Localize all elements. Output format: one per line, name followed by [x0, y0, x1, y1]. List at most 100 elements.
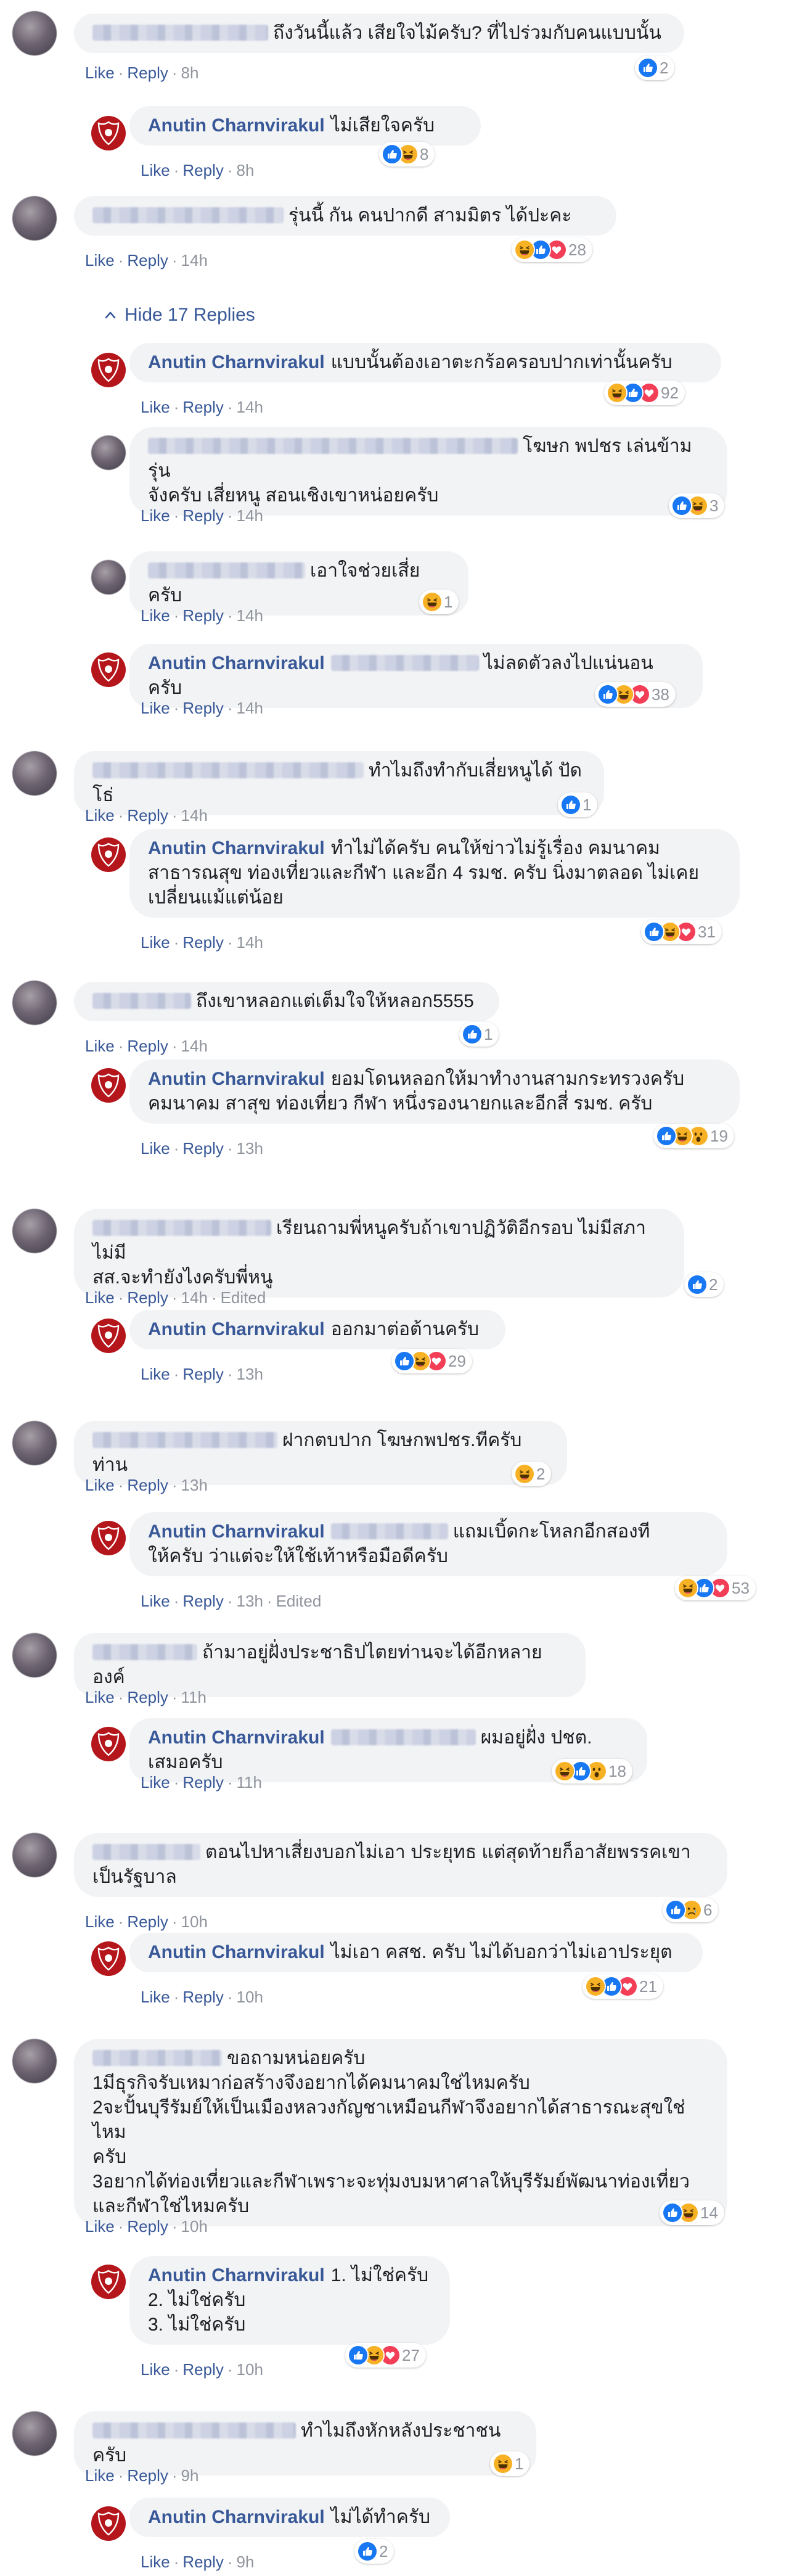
reply-link[interactable]: Reply	[127, 64, 168, 82]
like-link[interactable]: Like	[85, 2217, 115, 2236]
reaction-summary[interactable]: 3	[669, 493, 725, 518]
comment-timestamp[interactable]: 14h	[181, 251, 208, 270]
like-link[interactable]: Like	[141, 398, 170, 416]
edited-label[interactable]: Edited	[276, 1592, 322, 1610]
page-avatar[interactable]	[91, 353, 126, 387]
avatar[interactable]	[91, 435, 126, 470]
reaction-summary[interactable]: 19	[653, 1124, 734, 1148]
comment-timestamp[interactable]: 14h	[181, 1288, 208, 1307]
comment-timestamp[interactable]: 13h	[237, 1365, 263, 1383]
like-link[interactable]: Like	[141, 2553, 170, 2571]
reaction-summary[interactable]: 29	[391, 1349, 472, 1373]
reaction-summary[interactable]: 92	[604, 381, 685, 405]
reply-link[interactable]: Reply	[127, 1288, 168, 1307]
avatar[interactable]	[12, 196, 57, 241]
like-link[interactable]: Like	[85, 64, 115, 82]
comment-timestamp[interactable]: 14h	[237, 606, 263, 625]
reaction-summary[interactable]: 8	[379, 142, 435, 167]
reaction-summary[interactable]: 2	[684, 1272, 724, 1297]
page-avatar[interactable]	[91, 116, 126, 150]
reply-link[interactable]: Reply	[182, 1365, 223, 1383]
like-link[interactable]: Like	[85, 806, 115, 825]
page-avatar[interactable]	[91, 2265, 126, 2299]
page-avatar[interactable]	[91, 1941, 126, 1976]
reaction-summary[interactable]: 2	[512, 1462, 552, 1486]
like-link[interactable]: Like	[141, 1773, 170, 1792]
comment-timestamp[interactable]: 14h	[237, 398, 263, 416]
comment-timestamp[interactable]: 9h	[237, 2553, 255, 2571]
comment-timestamp[interactable]: 9h	[181, 2466, 199, 2485]
comment-timestamp[interactable]: 14h	[181, 1037, 208, 1055]
reaction-summary[interactable]: 28	[512, 237, 592, 262]
reaction-summary[interactable]: 2	[635, 56, 675, 80]
comment-timestamp[interactable]: 10h	[181, 2217, 208, 2236]
edited-label[interactable]: Edited	[221, 1288, 266, 1307]
author-name[interactable]: Anutin Charnvirakul	[148, 115, 325, 136]
avatar[interactable]	[12, 981, 57, 1025]
avatar[interactable]	[91, 560, 126, 595]
reaction-summary[interactable]: 1	[459, 1022, 499, 1047]
author-name[interactable]: Anutin Charnvirakul	[148, 1069, 325, 1089]
page-avatar[interactable]	[91, 1521, 126, 1555]
comment-timestamp[interactable]: 13h	[181, 1476, 208, 1494]
page-avatar[interactable]	[91, 1068, 126, 1103]
reaction-summary[interactable]: 6	[663, 1898, 719, 1922]
reply-link[interactable]: Reply	[182, 1592, 223, 1610]
comment-timestamp[interactable]: 14h	[237, 699, 263, 717]
reply-link[interactable]: Reply	[182, 933, 223, 952]
author-name[interactable]: Anutin Charnvirakul	[148, 1521, 325, 1542]
reaction-summary[interactable]: 2	[354, 2539, 394, 2564]
author-name[interactable]: Anutin Charnvirakul	[148, 352, 325, 372]
author-name[interactable]: Anutin Charnvirakul	[148, 2507, 325, 2527]
author-name[interactable]: Anutin Charnvirakul	[148, 838, 325, 858]
reply-link[interactable]: Reply	[182, 1988, 223, 2006]
page-avatar[interactable]	[91, 837, 126, 872]
reply-link[interactable]: Reply	[182, 1139, 223, 1158]
author-name[interactable]: Anutin Charnvirakul	[148, 1942, 325, 1962]
like-link[interactable]: Like	[141, 1365, 170, 1383]
reaction-summary[interactable]: 1	[419, 590, 459, 614]
like-link[interactable]: Like	[85, 1037, 115, 1055]
reply-link[interactable]: Reply	[182, 1773, 223, 1792]
avatar[interactable]	[12, 1633, 57, 1677]
author-name[interactable]: Anutin Charnvirakul	[148, 1319, 325, 1339]
reply-link[interactable]: Reply	[182, 699, 223, 717]
like-link[interactable]: Like	[85, 251, 115, 270]
reply-link[interactable]: Reply	[182, 398, 223, 416]
like-link[interactable]: Like	[141, 1988, 170, 2006]
reply-link[interactable]: Reply	[127, 1476, 168, 1494]
avatar[interactable]	[12, 11, 57, 56]
reaction-summary[interactable]: 1	[558, 792, 598, 817]
comment-timestamp[interactable]: 11h	[181, 1688, 206, 1706]
reply-link[interactable]: Reply	[127, 1912, 168, 1931]
reply-link[interactable]: Reply	[127, 2217, 168, 2236]
reply-link[interactable]: Reply	[182, 2553, 223, 2571]
like-link[interactable]: Like	[141, 161, 170, 179]
avatar[interactable]	[12, 2411, 57, 2456]
like-link[interactable]: Like	[85, 2466, 115, 2485]
like-link[interactable]: Like	[141, 1592, 170, 1610]
comment-timestamp[interactable]: 13h	[237, 1592, 263, 1610]
avatar[interactable]	[12, 2039, 57, 2083]
reaction-summary[interactable]: 21	[583, 1974, 663, 1999]
page-avatar[interactable]	[91, 1319, 126, 1353]
author-name[interactable]: Anutin Charnvirakul	[148, 653, 325, 673]
reply-link[interactable]: Reply	[182, 606, 223, 625]
comment-timestamp[interactable]: 10h	[181, 1912, 208, 1931]
like-link[interactable]: Like	[85, 1288, 115, 1307]
comment-timestamp[interactable]: 14h	[237, 506, 263, 525]
avatar[interactable]	[12, 1209, 57, 1253]
reply-link[interactable]: Reply	[182, 2360, 223, 2379]
reaction-summary[interactable]: 27	[345, 2343, 426, 2368]
reaction-summary[interactable]: 1	[490, 2451, 530, 2476]
like-link[interactable]: Like	[141, 2360, 170, 2379]
comment-timestamp[interactable]: 8h	[181, 64, 199, 82]
reply-link[interactable]: Reply	[127, 2466, 168, 2485]
like-link[interactable]: Like	[85, 1912, 115, 1931]
comment-timestamp[interactable]: 11h	[237, 1773, 262, 1792]
comment-timestamp[interactable]: 10h	[237, 1988, 263, 2006]
reply-link[interactable]: Reply	[182, 506, 223, 525]
like-link[interactable]: Like	[141, 933, 170, 952]
like-link[interactable]: Like	[141, 606, 170, 625]
reply-link[interactable]: Reply	[127, 251, 168, 270]
